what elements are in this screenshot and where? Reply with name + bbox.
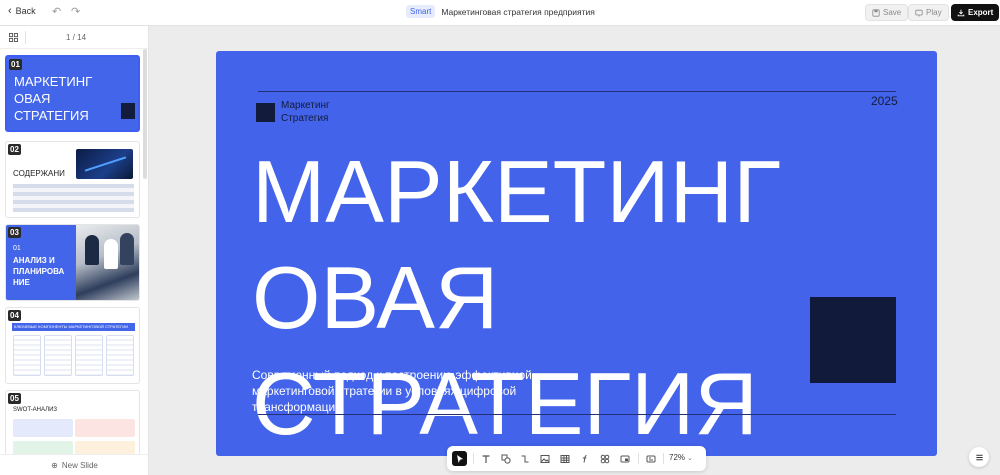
document-title[interactable]: Маркетинговая стратегия предприятия <box>441 7 594 17</box>
table-preview <box>13 184 134 212</box>
divider <box>473 453 474 464</box>
thumbnail-title: SWOT-АНАЛИЗ <box>13 407 58 413</box>
formula-icon[interactable] <box>577 451 592 466</box>
play-label: Play <box>926 8 942 17</box>
title-area: Smart Маркетинговая стратегия предприяти… <box>406 5 595 18</box>
media-icon[interactable] <box>617 451 632 466</box>
new-slide-button[interactable]: ⊕ New Slide <box>0 454 149 475</box>
editing-toolbar: 72% ⌄ <box>447 446 706 471</box>
export-label: Export <box>968 8 994 17</box>
person-figure <box>85 235 99 265</box>
divider <box>638 453 639 464</box>
layout-icon[interactable] <box>643 451 658 466</box>
table-icon[interactable] <box>557 451 572 466</box>
slide-thumbnail-4[interactable]: 04 КЛЮЧЕВЫЕ КОМПОНЕНТЫ МАРКЕТИНГОВОЙ СТР… <box>5 307 140 384</box>
components-icon[interactable] <box>597 451 612 466</box>
thumbnail-title: АНАЛИЗ И ПЛАНИРОВА НИЕ <box>13 256 65 287</box>
image-icon[interactable] <box>537 451 552 466</box>
section-number: 01 <box>13 245 21 252</box>
slides-sidebar: 1 / 14 01 МАРКЕТИНГ ОВАЯ СТРАТЕГИЯ 02 СО… <box>0 26 149 475</box>
divider-line <box>258 414 896 415</box>
slide-thumbnail-5[interactable]: 05 SWOT-АНАЛИЗ <box>5 390 140 454</box>
zoom-value: 72% <box>669 453 686 462</box>
export-button[interactable]: Export <box>951 4 1000 21</box>
logo-square <box>256 103 275 122</box>
team-photo <box>76 225 139 300</box>
content-column <box>75 335 103 376</box>
content-column <box>44 335 72 376</box>
slide-thumbnail-2[interactable]: 02 СОДЕРЖАНИ <box>5 141 140 218</box>
logo-text[interactable]: Маркетинг Стратегия <box>281 99 361 125</box>
divider <box>25 31 26 44</box>
slide-number: 04 <box>8 310 21 321</box>
slide-number: 01 <box>9 59 22 70</box>
swot-quadrant <box>75 419 135 437</box>
save-icon <box>872 8 880 17</box>
text-icon[interactable] <box>478 451 493 466</box>
top-bar: ‹ Back ↶ ↷ Smart Маркетинговая стратегия… <box>0 0 1000 26</box>
save-button[interactable]: Save <box>865 4 909 21</box>
play-button[interactable]: Play <box>908 4 949 21</box>
slide-counter: 1 / 14 <box>66 33 87 42</box>
menu-button[interactable] <box>969 447 989 467</box>
back-button[interactable]: ‹ Back <box>8 4 36 17</box>
person-figure <box>120 233 134 265</box>
sidebar-scrollbar[interactable] <box>143 49 147 179</box>
select-icon[interactable] <box>452 451 467 466</box>
back-label: Back <box>15 6 36 16</box>
grid-view-icon[interactable] <box>9 33 18 42</box>
content-column <box>106 335 134 376</box>
person-figure <box>104 239 118 269</box>
thumbnail-title: МАРКЕТИНГ ОВАЯ СТРАТЕГИЯ <box>14 74 93 123</box>
thumbnail-title: КЛЮЧЕВЫЕ КОМПОНЕНТЫ МАРКЕТИНГОВОЙ СТРАТЕ… <box>12 323 135 331</box>
swot-quadrant <box>13 441 73 454</box>
content-column <box>13 335 41 376</box>
divider-line <box>258 91 896 92</box>
download-icon <box>957 9 965 16</box>
swot-quadrant <box>13 419 73 437</box>
slide-thumbnail-3[interactable]: 03 01 АНАЛИЗ И ПЛАНИРОВА НИЕ <box>5 224 140 301</box>
undo-icon[interactable]: ↶ <box>52 5 61 18</box>
thumbnail-title: СОДЕРЖАНИ <box>13 169 65 178</box>
thumbnail-list: 01 МАРКЕТИНГ ОВАЯ СТРАТЕГИЯ 02 СОДЕРЖАНИ… <box>0 49 149 454</box>
hamburger-icon <box>975 454 983 460</box>
redo-icon[interactable]: ↷ <box>71 5 80 18</box>
slide-title[interactable]: МАРКЕТИНГ ОВАЯ СТРАТЕГИЯ <box>252 139 781 456</box>
decorative-square[interactable] <box>810 297 896 383</box>
chevron-left-icon: ‹ <box>8 4 12 17</box>
slide-number: 03 <box>8 227 21 238</box>
swot-quadrant <box>75 441 135 454</box>
slide-number: 02 <box>8 144 21 155</box>
slide-number: 05 <box>8 393 21 404</box>
slide-year[interactable]: 2025 <box>871 94 898 108</box>
shapes-icon[interactable] <box>498 451 513 466</box>
new-slide-label: New Slide <box>61 460 98 470</box>
chevron-down-icon: ⌄ <box>687 454 693 462</box>
plus-circle-icon: ⊕ <box>51 460 58 470</box>
connector-icon[interactable] <box>517 451 532 466</box>
slide-canvas[interactable]: Маркетинг Стратегия 2025 Современный под… <box>216 51 937 456</box>
decorative-square <box>121 103 135 119</box>
divider <box>663 453 664 464</box>
sidebar-header: 1 / 14 <box>0 26 148 49</box>
chart-image <box>76 149 133 179</box>
save-label: Save <box>883 8 902 17</box>
play-icon <box>915 9 923 17</box>
smart-badge: Smart <box>406 5 436 18</box>
zoom-select[interactable]: 72% ⌄ <box>669 453 693 462</box>
slide-thumbnail-1[interactable]: 01 МАРКЕТИНГ ОВАЯ СТРАТЕГИЯ <box>5 55 140 132</box>
